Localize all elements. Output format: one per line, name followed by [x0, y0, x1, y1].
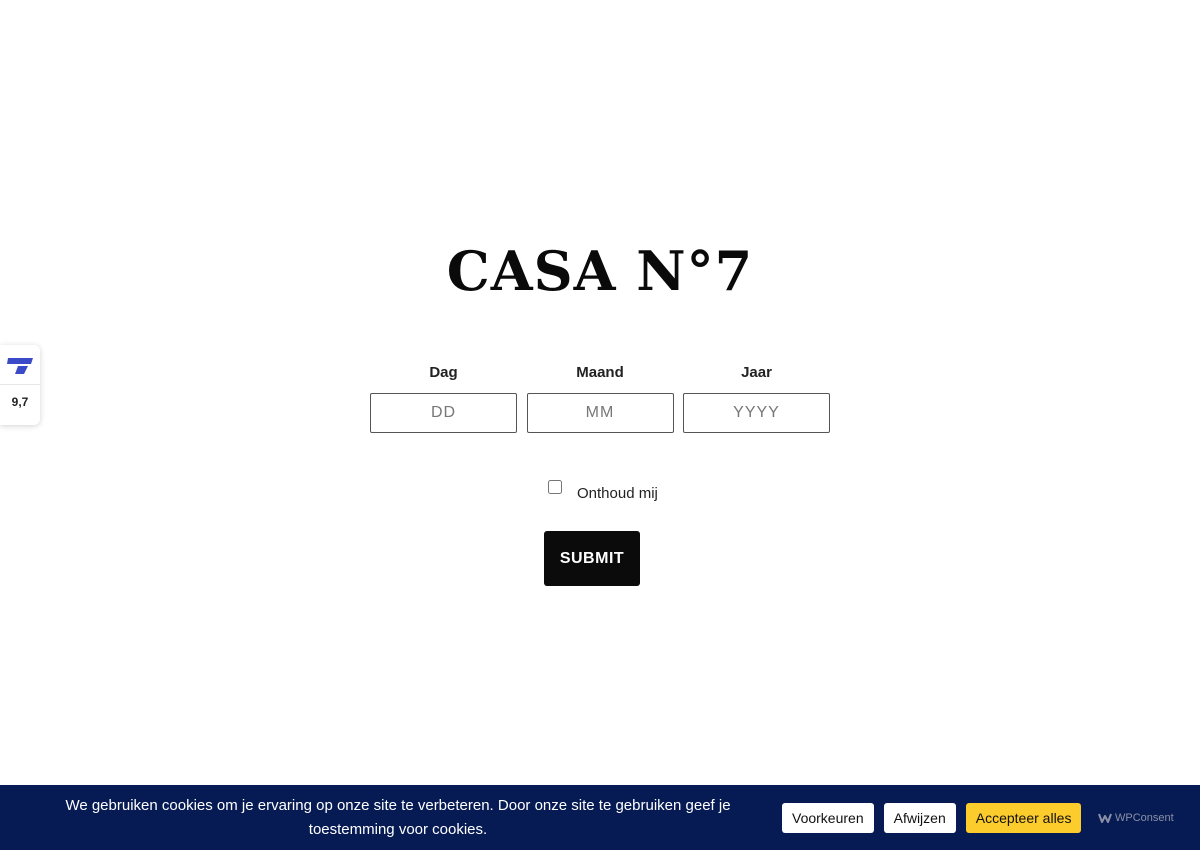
cookie-message: We gebruiken cookies om je ervaring op o…	[65, 796, 731, 838]
rating-logo-shape-top	[7, 358, 33, 364]
year-label: Jaar	[741, 364, 772, 381]
month-input[interactable]	[526, 393, 674, 433]
rating-logo-shape-bottom	[15, 366, 28, 374]
year-field: Jaar	[683, 362, 830, 433]
reject-button[interactable]: Afwijzen	[883, 803, 956, 833]
month-field: Maand	[526, 362, 674, 433]
year-input[interactable]	[683, 393, 830, 433]
remember-me-checkbox[interactable]	[548, 480, 562, 494]
day-input[interactable]	[370, 393, 517, 433]
accept-all-button[interactable]: Accepteer alles	[965, 803, 1082, 833]
submit-button[interactable]: SUBMIT	[544, 531, 640, 586]
month-label: Maand	[576, 364, 624, 381]
site-logo: CASA N°7	[446, 239, 754, 303]
rating-score: 9,7	[11, 395, 29, 409]
cookie-banner: We gebruiken cookies om je ervaring op o…	[0, 785, 1200, 850]
remember-me[interactable]: Onthoud mij	[548, 478, 658, 504]
remember-me-label: Onthoud mij	[577, 485, 658, 502]
birthdate-fields: Dag Maand Jaar	[370, 362, 830, 433]
wpconsent-branding[interactable]: WPConsent	[1098, 810, 1174, 826]
rating-logo-icon	[7, 358, 33, 374]
wpconsent-icon	[1098, 813, 1112, 823]
rating-divider	[0, 384, 40, 385]
day-label: Dag	[429, 364, 458, 381]
cookie-actions: Voorkeuren Afwijzen Accepteer alles	[782, 803, 1082, 833]
wpconsent-label: WPConsent	[1115, 812, 1174, 824]
preferences-button[interactable]: Voorkeuren	[782, 803, 874, 833]
age-verification-form: Dag Maand Jaar	[370, 362, 830, 433]
rating-widget[interactable]: 9,7	[0, 345, 40, 425]
day-field: Dag	[370, 362, 517, 433]
